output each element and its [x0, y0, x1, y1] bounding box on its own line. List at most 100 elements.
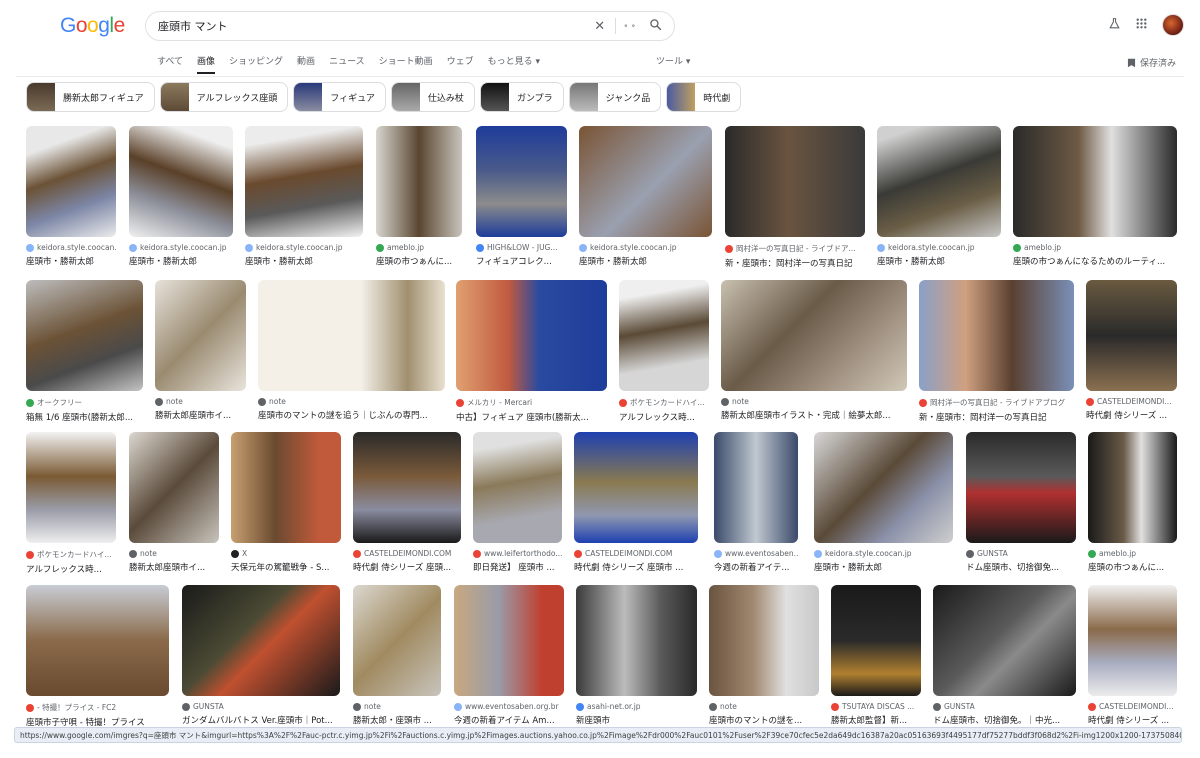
- result-image: [155, 280, 246, 391]
- image-result[interactable]: note 勝新太郎座頭市イ...: [155, 280, 246, 421]
- source-text: note: [732, 397, 749, 406]
- image-result[interactable]: HIGH&LOW - JUG... フィギュアコレク...: [476, 126, 567, 267]
- result-source: keidora.style.coocan.jp: [129, 243, 233, 252]
- search-box[interactable]: 座頭市 マント ✕ ॰॰: [145, 11, 675, 41]
- search-icon[interactable]: [649, 18, 662, 34]
- image-result[interactable]: ポケモンカードハイ... アルフレックス時...: [26, 432, 116, 575]
- image-result[interactable]: GUNSTA ドム座頭市、切捨御免...: [966, 432, 1076, 573]
- source-text: keidora.style.coocan...: [37, 243, 116, 252]
- result-title: 勝新太郎・座頭市 ...: [353, 716, 432, 726]
- result-title: ドム座頭市、切捨御免。｜中光...: [933, 716, 1061, 726]
- chip-gunpla[interactable]: ガンプラ: [479, 82, 564, 112]
- keyboard-icon[interactable]: ॰॰: [624, 21, 639, 32]
- image-result[interactable]: www.eventosaben.org.br 今週の新着アイテム Am...: [454, 585, 564, 726]
- chip-sword-cane[interactable]: 仕込み杖: [390, 82, 475, 112]
- image-result[interactable]: CASTELDEIMONDI... 時代劇 侍シリーズ ...: [1088, 585, 1177, 726]
- image-result[interactable]: note 勝新太郎・座頭市 ...: [353, 585, 441, 726]
- result-source: keidora.style.coocan.jp: [245, 243, 363, 252]
- favicon-icon: [1088, 549, 1096, 558]
- tab-short-videos[interactable]: ショート動画: [379, 54, 433, 74]
- chip-label: アルフレックス座頭: [196, 93, 278, 104]
- image-result[interactable]: asahi-net.or.jp 新座頭市: [576, 585, 697, 726]
- source-text: CASTELDEIMONDI...: [1099, 702, 1174, 711]
- image-result[interactable]: TSUTAYA DISCAS ... 勝新太郎監督】新...: [831, 585, 921, 726]
- result-title: 座頭市・勝新太郎: [26, 257, 95, 267]
- chip-figure[interactable]: フィギュア: [293, 82, 386, 112]
- image-result[interactable]: GUNSTA ガンダムバルバトス Ver.座頭市｜Pot...: [182, 585, 340, 726]
- saved-button[interactable]: 保存済み: [1127, 56, 1176, 69]
- favicon-icon: [831, 702, 839, 711]
- source-text: note: [364, 702, 381, 711]
- image-result[interactable]: www.eventosaben.... 今週の新着アイテ...: [714, 432, 798, 573]
- image-result[interactable]: - 特撮！プライス - FC2 座頭市子守唄 - 特撮！プライス: [26, 585, 169, 728]
- chip-period-drama[interactable]: 時代劇: [666, 82, 742, 112]
- result-image: [454, 585, 564, 696]
- source-text: keidora.style.coocan.jp: [590, 243, 677, 252]
- image-result[interactable]: オークフリー 箱無 1/6 座頭市(勝新太郎...: [26, 280, 143, 423]
- image-result[interactable]: CASTELDEIMONDI.COM 時代劇 侍シリーズ 座頭...: [353, 432, 461, 573]
- header-divider: [16, 76, 1184, 77]
- result-image: [1013, 126, 1177, 237]
- image-result[interactable]: X 天保元年の駕籠戦争 - S...: [231, 432, 341, 573]
- labs-flask-icon[interactable]: [1108, 17, 1121, 34]
- image-result[interactable]: keidora.style.coocan.jp 座頭市・勝新太郎: [579, 126, 712, 267]
- source-text: GUNSTA: [977, 549, 1008, 558]
- image-result[interactable]: www.leifertorthodo... 即日発送】 座頭市 ...: [473, 432, 562, 573]
- favicon-icon: [353, 549, 361, 558]
- result-title: 勝新太郎監督】新...: [831, 716, 908, 726]
- image-result[interactable]: note 座頭市のマントの謎を追う｜じぶんの専門...: [258, 280, 445, 421]
- image-result[interactable]: ameblo.jp 座頭の市つぁんに...: [1088, 432, 1177, 573]
- image-result[interactable]: keidora.style.coocan... 座頭市・勝新太郎: [26, 126, 116, 267]
- tab-videos[interactable]: 動画: [297, 54, 315, 74]
- tab-web[interactable]: ウェブ: [447, 54, 474, 74]
- result-title: 座頭市・勝新太郎: [129, 257, 198, 267]
- image-result[interactable]: keidora.style.coocan.jp 座頭市・勝新太郎: [245, 126, 363, 267]
- favicon-icon: [966, 549, 974, 558]
- image-result[interactable]: 岡村洋一の写真日記 - ライブドア... 新・座頭市：岡村洋一の写真日記: [725, 126, 865, 269]
- result-title: 時代劇 侍シリーズ 座頭...: [353, 563, 452, 573]
- image-result[interactable]: メルカリ - Mercari 中古】フィギュア 座頭市(勝新太...: [456, 280, 607, 423]
- image-result[interactable]: ameblo.jp 座頭の市つぁんに...: [376, 126, 462, 267]
- tab-more[interactable]: もっと見る ▾: [488, 54, 540, 74]
- result-title: 新・座頭市：岡村洋一の写真日記: [919, 413, 1047, 423]
- image-result[interactable]: GUNSTA ドム座頭市、切捨御免。｜中光...: [933, 585, 1076, 726]
- chip-label: 勝新太郎フィギュア: [63, 93, 144, 104]
- image-result[interactable]: keidora.style.coocan.jp 座頭市・勝新太郎: [814, 432, 953, 573]
- image-result[interactable]: note 座頭市のマントの謎を...: [709, 585, 819, 726]
- image-result[interactable]: 岡村洋一の写真日記 - ライブドアブログ 新・座頭市：岡村洋一の写真日記: [919, 280, 1074, 423]
- image-result[interactable]: note 勝新太郎座頭市イ...: [129, 432, 219, 573]
- source-text: note: [140, 549, 157, 558]
- chip-alfrex[interactable]: アルフレックス座頭: [159, 82, 289, 112]
- tab-all[interactable]: すべて: [157, 54, 183, 74]
- chip-thumbnail: [27, 83, 55, 111]
- image-result[interactable]: ポケモンカードハイ... アルフレックス時...: [619, 280, 709, 423]
- chip-junk[interactable]: ジャンク品: [568, 82, 662, 112]
- source-text: keidora.style.coocan.jp: [256, 243, 343, 252]
- apps-grid-icon[interactable]: [1135, 17, 1148, 34]
- chip-thumbnail: [391, 83, 420, 111]
- result-source: ameblo.jp: [1088, 549, 1177, 558]
- image-result[interactable]: CASTELDEIMONDI.COM 時代劇 侍シリーズ 座頭市 ...: [574, 432, 698, 573]
- chip-katsu-figure[interactable]: 勝新太郎フィギュア: [26, 82, 155, 112]
- tab-shopping[interactable]: ショッピング: [229, 54, 283, 74]
- source-text: X: [242, 549, 248, 558]
- result-image: [245, 126, 363, 237]
- image-result[interactable]: CASTELDEIMONDI... 時代劇 侍シリーズ ...: [1086, 280, 1177, 421]
- search-input[interactable]: 座頭市 マント: [158, 18, 584, 34]
- result-title: アルフレックス時...: [26, 565, 102, 575]
- google-logo[interactable]: Google: [60, 14, 125, 38]
- source-text: www.eventosaben.org.br: [465, 702, 559, 711]
- result-image: [456, 280, 607, 391]
- header-actions: [1108, 14, 1184, 36]
- tab-images[interactable]: 画像: [197, 54, 216, 74]
- image-result[interactable]: keidora.style.coocan.jp 座頭市・勝新太郎: [129, 126, 233, 267]
- clear-icon[interactable]: ✕: [594, 20, 605, 33]
- image-result[interactable]: ameblo.jp 座頭の市つぁんになるためのルーティ...: [1013, 126, 1177, 267]
- image-result[interactable]: note 勝新太郎座頭市イラスト・完成｜絵夢太郎...: [721, 280, 907, 421]
- tools-button[interactable]: ツール ▾: [656, 54, 690, 67]
- tab-news[interactable]: ニュース: [329, 54, 365, 74]
- favicon-icon: [877, 243, 885, 252]
- source-text: note: [269, 397, 286, 406]
- image-result[interactable]: keidora.style.coocan.jp 座頭市・勝新太郎: [877, 126, 1001, 267]
- avatar[interactable]: [1162, 14, 1184, 36]
